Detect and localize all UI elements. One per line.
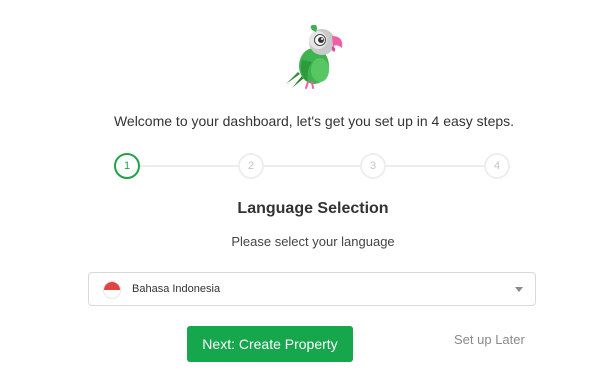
stepper-connector	[262, 165, 360, 167]
step-4: 4	[484, 153, 510, 179]
step-1: 1	[114, 153, 140, 179]
section-subtitle: Please select your language	[231, 234, 395, 249]
section-title: Language Selection	[237, 200, 389, 217]
step-2: 2	[238, 153, 264, 179]
language-select-value: Bahasa Indonesia	[132, 283, 221, 295]
indonesia-flag-icon	[103, 281, 121, 299]
stepper-connector	[384, 165, 484, 167]
stepper-connector	[140, 165, 238, 167]
setup-later-link[interactable]: Set up Later	[454, 332, 525, 347]
language-select[interactable]: Bahasa Indonesia	[88, 272, 536, 306]
step-3: 3	[360, 153, 386, 179]
welcome-text: Welcome to your dashboard, let's get you…	[113, 113, 515, 129]
parrot-logo-icon	[286, 24, 343, 89]
next-create-property-button[interactable]: Next: Create Property	[187, 326, 353, 362]
caret-down-icon[interactable]	[515, 287, 523, 292]
setup-stepper: 1 2 3 4	[114, 153, 512, 179]
